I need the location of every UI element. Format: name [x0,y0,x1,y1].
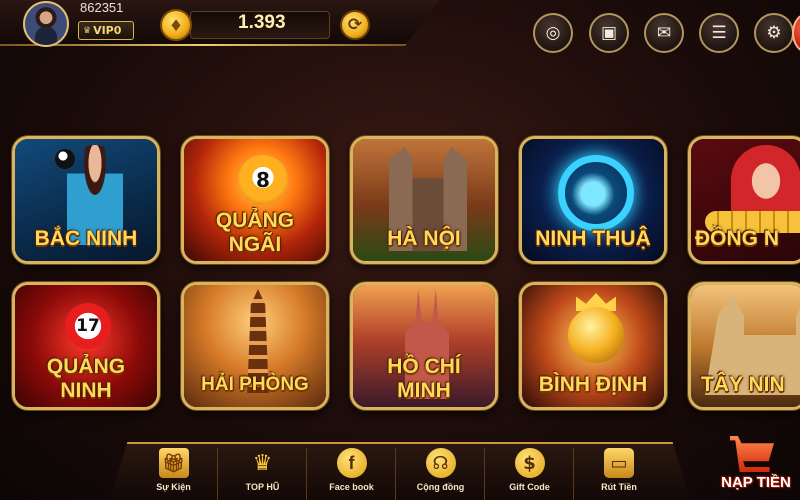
game-tile-ha-noi[interactable]: HÀ NỘI [350,136,498,264]
nav-community[interactable]: ☊ Cộng đồng [397,448,485,500]
gift-icon: 🎁︎ [158,448,189,478]
cart-icon [730,436,774,472]
safe-icon[interactable]: ▣ [589,13,629,53]
game-tile-dong-nai[interactable]: ĐỒNG N [688,136,800,264]
game-label: QUẢNG NGÃI [215,209,295,256]
avatar[interactable] [23,1,69,47]
game-label: BẮC NINH [34,227,138,250]
nav-facebook[interactable]: f Face book [308,448,396,500]
game-label: BÌNH ĐỊNH [538,373,648,396]
game-tile-bac-ninh[interactable]: BẮC NINH [12,136,160,264]
coin-icon: ♦ [160,9,192,41]
nav-label: Sự Kiện [156,482,191,492]
game-label: ĐỒNG N [695,227,779,250]
game-label: NINH THUẬ [535,227,651,250]
chip-icon[interactable]: ◎ [533,13,573,53]
top-bar: 862351 ♛ VIP0 ♦ 1.393 ⟳ ◎ ▣ ✉ ☰ ⚙ [0,0,800,53]
wallet-icon: ▭ [604,448,634,478]
nav-label: Gift Code [509,482,550,492]
profile-panel-edge [0,44,405,46]
game-label: TÂY NIN [701,373,785,396]
deposit-button[interactable]: NẠP TIỀN [704,430,800,500]
extra-menu-icon[interactable] [792,13,800,53]
game-tile-ninh-thuan[interactable]: NINH THUẬ [519,136,667,264]
vip-level: VIP0 [93,24,122,37]
user-id: 862351 [80,0,124,15]
game-tile-ho-chi-minh[interactable]: HỒ CHÍ MINH [350,282,498,410]
nav-events[interactable]: 🎁︎ Sự Kiện [130,448,218,500]
nav-top-jackpot[interactable]: ♛ TOP HŨ [219,448,307,500]
deposit-label: NẠP TIỀN [721,474,791,491]
nav-label: Cộng đồng [416,482,465,492]
nav-label: TOP HŨ [245,482,280,492]
nav-gift-code[interactable]: $ Gift Code [486,448,574,500]
game-label: HỒ CHÍ MINH [387,355,461,402]
game-label: HẢI PHÒNG [201,374,309,395]
game-tile-quang-ninh[interactable]: 17 QUẢNG NINH [12,282,160,410]
nav-label: Face book [329,482,374,492]
balance-amount: 1.393 [238,12,286,33]
facebook-icon: f [336,448,367,478]
vip-crown-icon: ♛ [83,25,92,36]
game-label: QUẢNG NINH [46,355,126,402]
game-tile-binh-dinh[interactable]: BÌNH ĐỊNH [519,282,667,410]
nav-label: Rút Tiền [601,482,637,492]
headset-icon: ☊ [425,448,456,478]
game-tile-hai-phong[interactable]: HẢI PHÒNG [181,282,329,410]
game-label: HÀ NỘI [387,227,461,250]
vip-badge[interactable]: ♛ VIP0 [78,21,134,40]
game-tile-tay-ninh[interactable]: TÂY NIN [688,282,800,410]
game-tile-quang-ngai[interactable]: 8 QUẢNG NGÃI [181,136,329,264]
mail-icon[interactable]: ✉ [644,13,684,53]
crown-icon: ♛ [252,450,273,476]
gear-icon[interactable]: ⚙ [754,13,794,53]
nav-withdraw[interactable]: ▭ Rút Tiền [575,448,663,500]
refresh-balance-icon[interactable]: ⟳ [340,10,370,40]
coins-icon: $ [514,448,545,478]
news-icon[interactable]: ☰ [699,13,739,53]
